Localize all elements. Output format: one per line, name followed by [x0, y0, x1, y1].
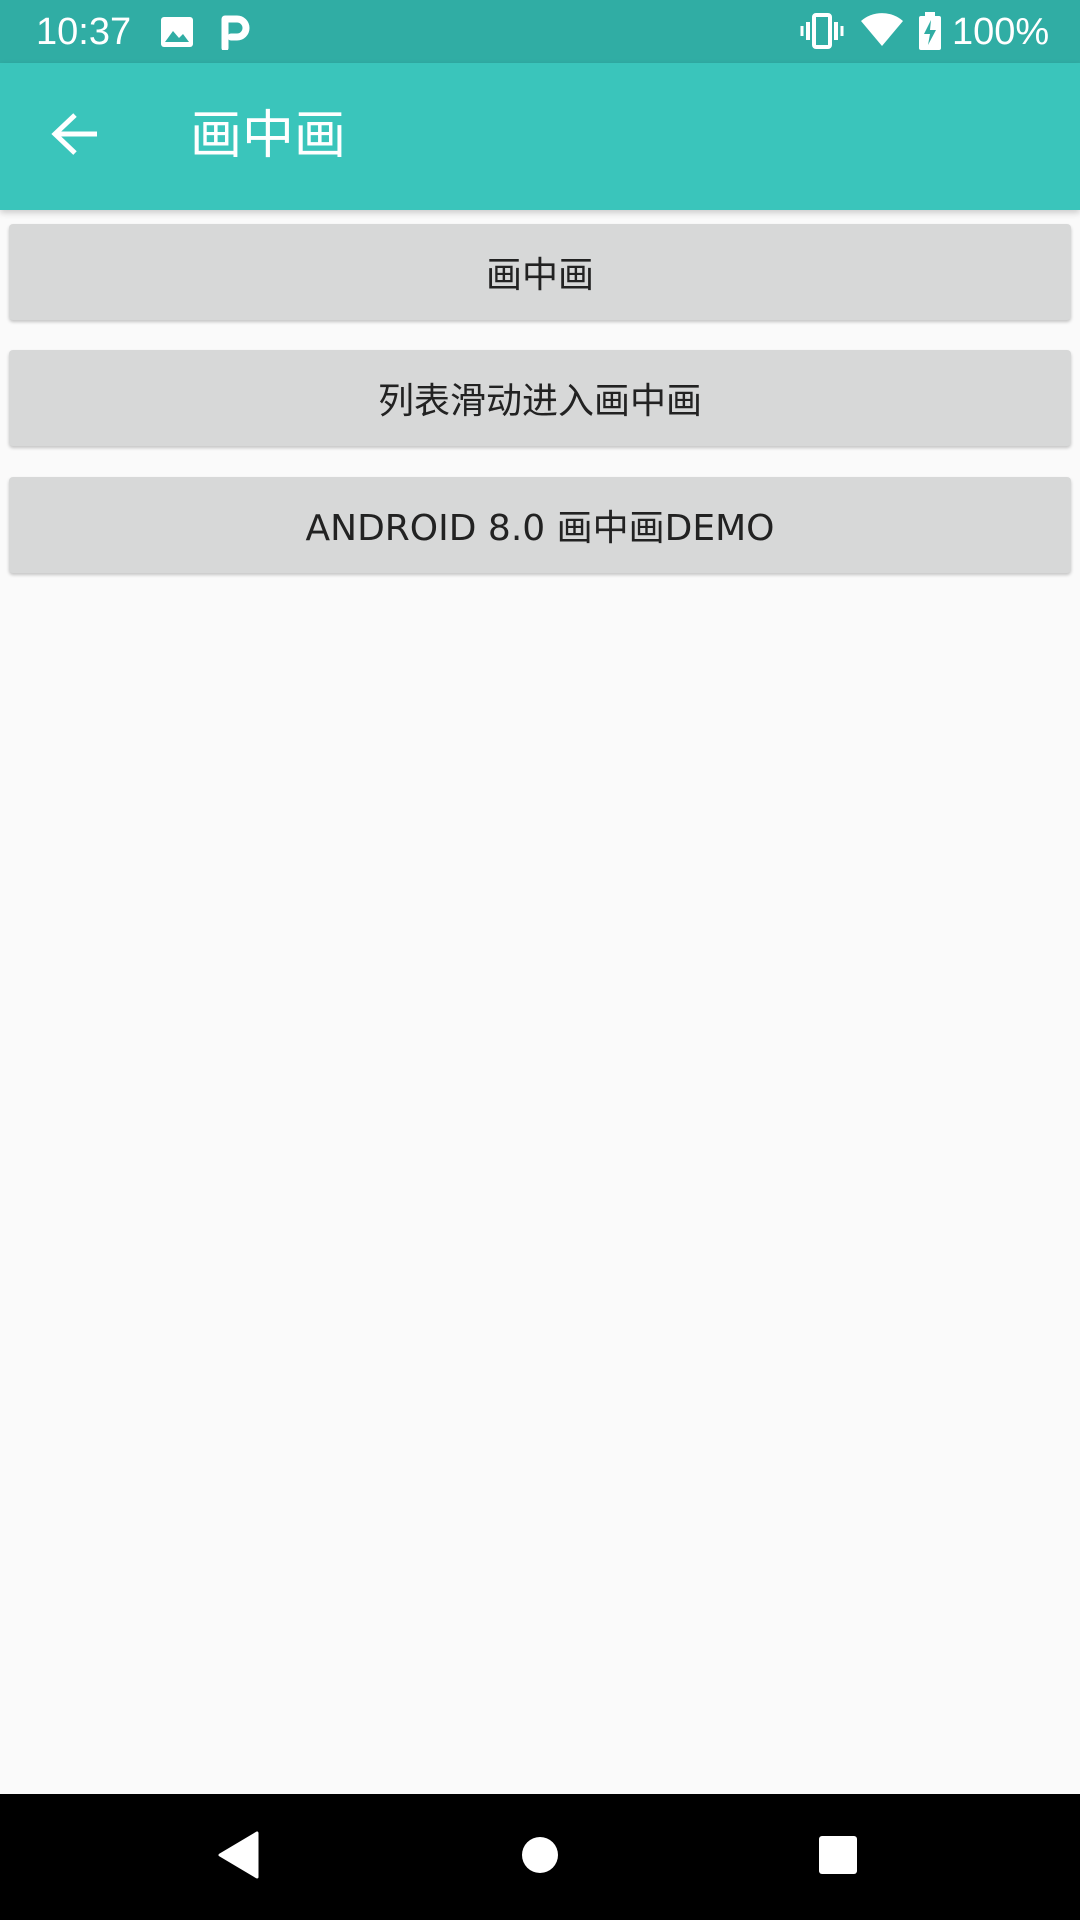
content-area: 画中画 列表滑动进入画中画 ANDROID 8.0 画中画DEMO: [0, 210, 1080, 1794]
nav-back-icon: [217, 1831, 261, 1883]
pip-button[interactable]: 画中画: [9, 224, 1071, 320]
nav-back-button[interactable]: [199, 1817, 279, 1897]
android8-pip-demo-button[interactable]: ANDROID 8.0 画中画DEMO: [9, 477, 1071, 573]
nav-recents-button[interactable]: [798, 1817, 878, 1897]
status-time: 10:37: [36, 11, 132, 53]
nav-home-icon: [520, 1835, 560, 1879]
image-icon: [160, 16, 194, 52]
status-bar: 10:37 100%: [0, 0, 1080, 63]
parking-icon: [220, 14, 250, 54]
nav-recents-icon: [818, 1835, 858, 1879]
back-button[interactable]: [30, 91, 120, 181]
page-title: 画中画: [190, 106, 347, 166]
battery-percent: 100%: [952, 11, 1050, 53]
navigation-bar: [0, 1794, 1080, 1920]
list-scroll-pip-button[interactable]: 列表滑动进入画中画: [9, 350, 1071, 446]
vibrate-icon: [800, 13, 844, 53]
wifi-icon: [860, 13, 904, 51]
nav-home-button[interactable]: [500, 1817, 580, 1897]
arrow-back-icon: [51, 112, 99, 160]
battery-charging-icon: [918, 12, 942, 54]
app-bar: 画中画: [0, 63, 1080, 210]
